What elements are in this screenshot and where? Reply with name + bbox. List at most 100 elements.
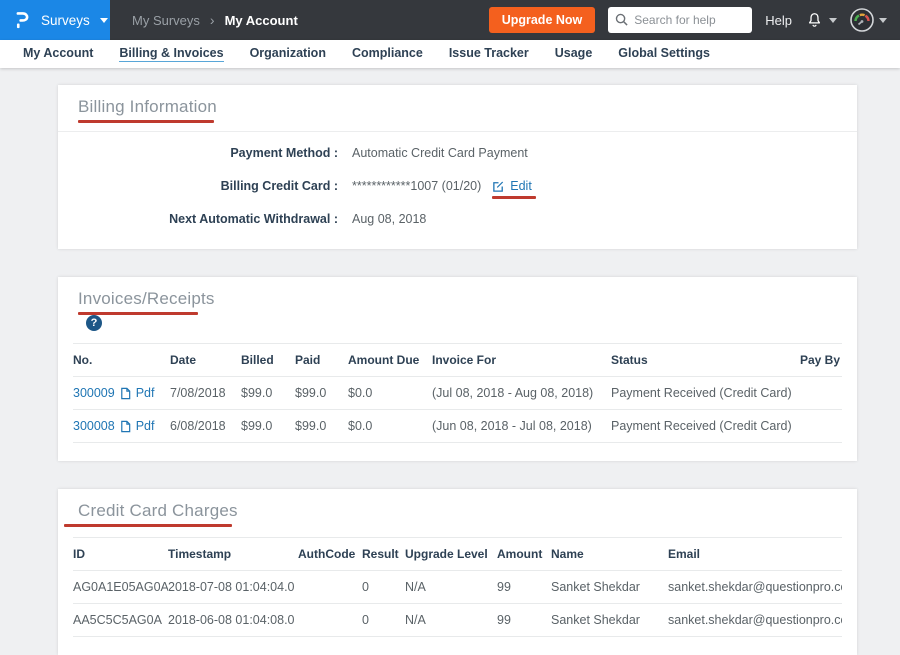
upgrade-now-button[interactable]: Upgrade Now [489, 7, 596, 33]
breadcrumb-my-surveys[interactable]: My Surveys [132, 13, 200, 28]
red-underline-annotation [78, 120, 214, 123]
cell-email: sanket.shekdar@questionpro.com [668, 571, 842, 604]
cell-authcode [298, 571, 362, 604]
col-amount: Amount [497, 538, 551, 571]
cell-amount: 99 [497, 571, 551, 604]
col-pay-by: Pay By [791, 344, 842, 377]
cell-invoice-for: (Jun 08, 2018 - Jul 08, 2018) [432, 410, 611, 443]
credit-card-charges-card: Credit Card Charges ID Timestamp AuthCod… [58, 489, 857, 655]
next-withdrawal-row: Next Automatic Withdrawal : Aug 08, 2018 [78, 212, 837, 226]
cell-date: 7/08/2018 [170, 377, 241, 410]
payment-method-label: Payment Method : [78, 146, 338, 160]
cell-paid: $99.0 [295, 377, 348, 410]
tab-issue-tracker[interactable]: Issue Tracker [436, 46, 542, 62]
next-withdrawal-label: Next Automatic Withdrawal : [78, 212, 338, 226]
search-icon [615, 13, 628, 26]
billing-information-title: Billing Information [78, 97, 217, 117]
chevron-down-icon [879, 18, 887, 23]
tab-organization[interactable]: Organization [237, 46, 339, 62]
table-row: 300009 Pdf 7/08/2018 $99.0 $99.0 $0.0 (J… [73, 377, 842, 410]
col-name: Name [551, 538, 668, 571]
tab-global-settings[interactable]: Global Settings [605, 46, 723, 62]
bell-icon [805, 11, 824, 30]
cell-name: Sanket Shekdar [551, 571, 668, 604]
col-status: Status [611, 344, 791, 377]
cell-pay-by [791, 410, 842, 443]
tab-compliance[interactable]: Compliance [339, 46, 436, 62]
col-amount-due: Amount Due [348, 344, 432, 377]
help-icon[interactable]: ? [86, 315, 102, 331]
account-menu[interactable] [850, 8, 887, 32]
table-row: AG0A1E05AG0A 2018-07-08 01:04:04.0 0 N/A… [73, 571, 842, 604]
col-id: ID [73, 538, 168, 571]
invoice-number-link[interactable]: 300009 [73, 386, 115, 400]
edit-credit-card-link[interactable]: Edit [510, 179, 532, 193]
col-result: Result [362, 538, 405, 571]
tab-my-account[interactable]: My Account [10, 46, 106, 62]
invoice-number-link[interactable]: 300008 [73, 419, 115, 433]
cell-amount-due: $0.0 [348, 377, 432, 410]
chevron-down-icon [829, 18, 837, 23]
chevron-down-icon [100, 18, 108, 23]
invoices-table: No. Date Billed Paid Amount Due Invoice … [73, 343, 842, 443]
help-search [608, 7, 752, 33]
col-upgrade-level: Upgrade Level [405, 538, 497, 571]
table-row: 300008 Pdf 6/08/2018 $99.0 $99.0 $0.0 (J… [73, 410, 842, 443]
red-underline-annotation [492, 196, 536, 199]
payment-method-row: Payment Method : Automatic Credit Card P… [78, 146, 837, 160]
topbar-actions: Upgrade Now Help [489, 7, 900, 33]
cell-status: Payment Received (Credit Card) [611, 377, 791, 410]
invoices-receipts-card: Invoices/Receipts ? No. Date Billed Paid… [58, 277, 857, 461]
next-withdrawal-value: Aug 08, 2018 [352, 212, 426, 226]
invoices-header-row: No. Date Billed Paid Amount Due Invoice … [73, 344, 842, 377]
edit-pencil-icon[interactable] [492, 180, 505, 193]
tab-usage[interactable]: Usage [542, 46, 606, 62]
invoice-pdf-link[interactable]: Pdf [136, 386, 155, 400]
cell-result: 0 [362, 571, 405, 604]
cell-billed: $99.0 [241, 410, 295, 443]
billing-credit-card-row: Billing Credit Card : ************1007 (… [78, 179, 837, 193]
cell-id: AG0A1E05AG0A [73, 571, 168, 604]
questionpro-logo-icon [14, 10, 31, 30]
cell-pay-by [791, 377, 842, 410]
search-input[interactable] [608, 7, 752, 33]
cell-invoice-for: (Jul 08, 2018 - Aug 08, 2018) [432, 377, 611, 410]
billing-credit-card-value: ************1007 (01/20) [352, 179, 481, 193]
cell-amount-due: $0.0 [348, 410, 432, 443]
cell-status: Payment Received (Credit Card) [611, 410, 791, 443]
cell-paid: $99.0 [295, 410, 348, 443]
product-switcher[interactable]: Surveys [0, 0, 110, 40]
cell-upgrade-level: N/A [405, 571, 497, 604]
col-timestamp: Timestamp [168, 538, 298, 571]
product-name: Surveys [41, 13, 90, 28]
invoices-receipts-title: Invoices/Receipts [78, 289, 215, 309]
top-bar: Surveys My Surveys › My Account Upgrade … [0, 0, 900, 40]
breadcrumb-separator-icon: › [210, 12, 215, 28]
payment-method-value: Automatic Credit Card Payment [352, 146, 528, 160]
charges-header-row: ID Timestamp AuthCode Result Upgrade Lev… [73, 538, 842, 571]
breadcrumb: My Surveys › My Account [132, 12, 298, 28]
pdf-file-icon[interactable] [119, 420, 132, 433]
account-nav: My Account Billing & Invoices Organizati… [0, 40, 900, 68]
col-email: Email [668, 538, 842, 571]
cell-billed: $99.0 [241, 377, 295, 410]
pdf-file-icon[interactable] [119, 387, 132, 400]
charges-table: ID Timestamp AuthCode Result Upgrade Lev… [73, 537, 842, 637]
credit-card-charges-title: Credit Card Charges [78, 501, 238, 521]
invoice-pdf-link[interactable]: Pdf [136, 419, 155, 433]
col-authcode: AuthCode [298, 538, 362, 571]
col-paid: Paid [295, 344, 348, 377]
col-no: No. [73, 344, 170, 377]
red-underline-annotation [64, 524, 232, 527]
cell-date: 6/08/2018 [170, 410, 241, 443]
page-content: Billing Information Payment Method : Aut… [0, 68, 900, 655]
breadcrumb-my-account: My Account [225, 13, 298, 28]
col-date: Date [170, 344, 241, 377]
billing-credit-card-label: Billing Credit Card : [78, 179, 338, 193]
notifications-menu[interactable] [805, 11, 837, 30]
avatar-gauge-icon [850, 8, 874, 32]
tab-billing-invoices[interactable]: Billing & Invoices [106, 46, 236, 62]
help-link[interactable]: Help [765, 13, 792, 28]
cell-timestamp: 2018-07-08 01:04:04.0 [168, 571, 298, 604]
col-invoice-for: Invoice For [432, 344, 611, 377]
